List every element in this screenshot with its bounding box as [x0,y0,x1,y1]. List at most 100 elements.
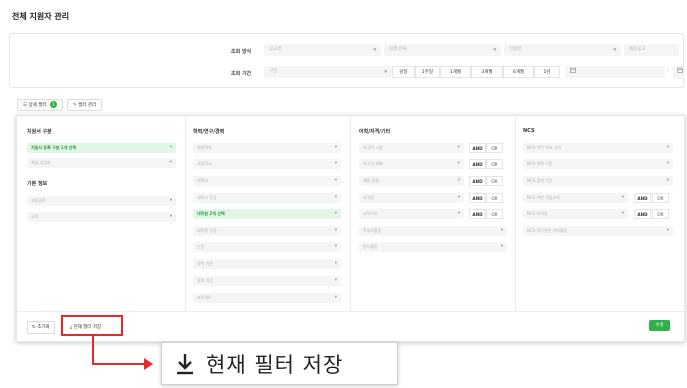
ncs-career-period-select[interactable]: NCS 경력 기간 ▾ [523,176,673,186]
volunteer-value: 봉사활동 [363,244,378,249]
language-test-select[interactable]: 외국어 시험 ▾ [359,143,464,153]
chevron-down-icon: ▾ [334,278,337,283]
progress-select[interactable]: 진행 분류 ▾ [384,44,501,56]
method-input-placeholder: 채용공고 [629,47,646,52]
col-ncs-heading: NCS [523,128,535,134]
high-school-select[interactable]: 고등학교 ▾ [193,159,341,169]
and-button[interactable]: AND [469,143,486,153]
col-basic-info-heading: 기본 정보 [27,181,48,187]
career-period-select[interactable]: 경력 기간 ▾ [193,276,341,286]
graduate-major-select[interactable]: 대학원 전공 ▾ [193,226,341,236]
period-3month-button[interactable]: 3개월 [471,66,503,78]
ncs-vocational-select[interactable]: NCS 기반 직업교육 ▾ [523,193,628,203]
ncs-other-activity-select[interactable]: NCS 직무관련 기타활동 ▾ [523,226,673,236]
callout-connector [92,363,144,365]
or-button[interactable]: OR [486,143,503,153]
col-language-heading: 어학/자격/기타 [359,129,391,135]
column-divider [185,116,186,311]
chevron-down-icon: ▾ [613,47,616,53]
notice-select[interactable]: 공고명 ▾ [264,44,381,56]
final-education-select[interactable]: 최종학력 ▾ [193,143,341,153]
chevron-down-icon: ▾ [493,47,496,53]
tab-filter-manage[interactable]: ✎ 필터 관리 [67,99,103,111]
min-applicant-select[interactable]: 최저 지원자 ▾ [27,158,176,168]
university-major-select[interactable]: 대학교 전공 ▾ [193,193,341,203]
volunteer-select[interactable]: 봉사활동 ▾ [359,242,507,252]
min-applicant-value: 최저 지원자 [31,160,51,165]
thesis-select[interactable]: 논문 ▾ [193,242,341,252]
tab-detail-filter-label: 상세 필터 [28,103,47,108]
reset-button[interactable]: ↻ 초기화 [27,321,55,334]
tab-detail-filter[interactable]: ☰ 상세 필터 1 [17,99,63,111]
chevron-down-icon: ▾ [457,161,460,166]
chevron-down-icon: ▾ [666,145,669,150]
or-button[interactable]: OR [486,159,503,169]
chevron-down-icon: ▾ [334,211,337,216]
period-1week-button[interactable]: 1주일 [415,66,440,78]
ncs-certificate-select[interactable]: NCS 자격증 ▾ [523,209,628,219]
chevron-down-icon: ▾ [457,178,460,183]
period-1month-button[interactable]: 1개월 [440,66,471,78]
university-select[interactable]: 대학교 ▾ [193,176,341,186]
search-panel: 조회 방식 공고명 ▾ 진행 분류 ▾ 전형명 ▾ 채용공고 조회 기간 구분 … [9,33,684,88]
ncs-other-activity-value: NCS 직무관련 기타활동 [527,228,568,233]
chevron-down-icon: ▾ [457,195,460,200]
and-button[interactable]: AND [469,159,486,169]
or-button[interactable]: OR [486,193,503,203]
or-button[interactable]: OR [652,193,669,203]
project-select[interactable]: 프로젝트 ▾ [193,293,341,303]
nationality-value: 국적 [31,214,39,219]
period-6month-button[interactable]: 6개월 [503,66,534,78]
certificate-select[interactable]: 자격증 ▾ [359,193,464,203]
page-title: 전체 지원자 관리 [12,12,70,21]
chevron-down-icon: ▾ [500,244,503,249]
project-value: 프로젝트 [197,295,212,300]
ncs-career-period-value: NCS 경력 기간 [527,178,553,183]
chevron-down-icon: ▾ [384,69,387,75]
activities-select[interactable]: 학내외활동 ▾ [359,226,507,236]
progress-select-value: 진행 분류 [389,47,407,52]
ncs-career-criteria-select[interactable]: NCS 경력 기준 ▾ [523,159,673,169]
start-date-field[interactable] [566,66,665,78]
career-criteria-select[interactable]: 경력 기준 ▾ [193,259,341,269]
nationality-select[interactable]: 국적 ▾ [27,212,176,222]
graduate-select[interactable]: 대학원 2개 선택 ▾ [193,209,341,219]
period-today-button[interactable]: 당일 [392,66,415,78]
thesis-value: 논문 [197,244,205,249]
highlight-box [61,315,123,336]
edit-icon: ✎ [73,103,77,108]
tab-filter-manage-label: 필터 관리 [78,103,97,108]
and-button[interactable]: AND [469,176,486,186]
download-icon [177,353,193,374]
chevron-down-icon: ▾ [334,244,337,249]
training-select[interactable]: 교육이수 ▾ [359,209,464,219]
end-date-field[interactable] [673,66,685,78]
and-button[interactable]: AND [469,193,486,203]
period-type-select[interactable]: 구분 ▾ [264,66,392,78]
period-1year-button[interactable]: 1년 [534,66,560,78]
filter-count-badge: 1 [49,101,57,108]
language-speaking-select[interactable]: 외국어 회화 ▾ [359,159,464,169]
and-button[interactable]: AND [634,209,651,219]
or-button[interactable]: OR [486,209,503,219]
stage-select[interactable]: 전형명 ▾ [504,44,621,56]
apply-button[interactable]: 수정 [649,320,670,331]
period-label: 조회 기간 [231,71,252,77]
refresh-icon: ↻ [32,325,36,330]
calendar-icon [677,67,683,73]
ncs-vocational-value: NCS 기반 직업교육 [527,195,560,200]
apply-route-select[interactable]: 지원경로 ▾ [27,196,176,206]
and-button[interactable]: AND [469,209,486,219]
col-applicant-type-heading: 지원서 구분 [27,129,52,135]
or-button[interactable]: OR [652,209,669,219]
period-type-value: 구분 [269,69,278,74]
ncs-school-select[interactable]: NCS 기반 학교 교육 ▾ [523,143,673,153]
chevron-down-icon: ▾ [457,211,460,216]
or-button[interactable]: OR [486,176,503,186]
ncs-school-value: NCS 기반 학교 교육 [527,145,562,150]
and-button[interactable]: AND [634,193,651,203]
overseas-select[interactable]: 해외 경험 ▾ [359,176,464,186]
method-input[interactable]: 채용공고 [624,44,679,56]
applicant-type-select[interactable]: 지원서 등록 구분 1개 선택 ▾ [27,143,176,153]
calendar-icon [570,67,576,73]
